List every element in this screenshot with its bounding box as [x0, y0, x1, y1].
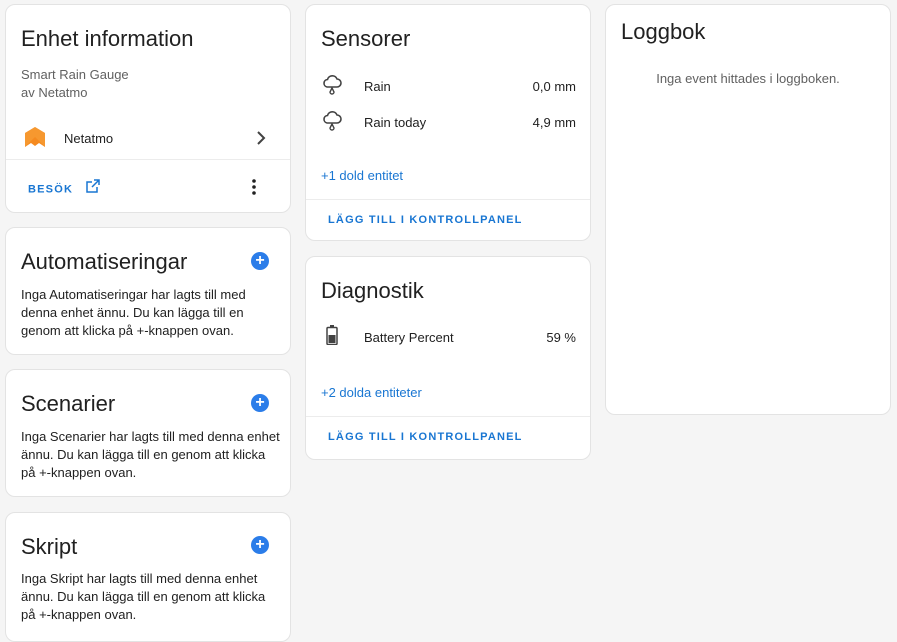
add-to-dashboard-button[interactable]: LÄGG TILL I KONTROLLPANEL: [328, 431, 523, 443]
integration-row[interactable]: Netatmo: [6, 119, 290, 159]
scenes-card: Scenarier + Inga Scenarier har lagts til…: [5, 369, 291, 497]
add-automation-button[interactable]: +: [251, 252, 269, 270]
sensor-label: Rain: [364, 79, 391, 94]
divider: [306, 416, 590, 417]
logbook-empty-text: Inga event hittades i loggboken.: [656, 71, 840, 86]
cloud-rain-icon: [321, 110, 343, 137]
sensor-value: 0,0 mm: [532, 79, 576, 94]
sensor-label: Rain today: [364, 115, 427, 130]
open-external-icon: [85, 179, 100, 198]
diagnostic-value: 59 %: [546, 330, 576, 345]
visit-button[interactable]: BESÖK: [28, 179, 100, 199]
battery-icon: [326, 325, 338, 350]
diagnostics-title: Diagnostik: [321, 278, 424, 303]
scripts-card: Skript + Inga Skript har lagts till med …: [5, 512, 291, 642]
chevron-right-icon: [254, 129, 268, 152]
scripts-empty-text: Inga Skript har lagts till med denna enh…: [21, 571, 266, 622]
divider: [6, 159, 290, 160]
scripts-title: Skript: [21, 534, 78, 559]
divider: [306, 199, 590, 200]
automations-card: Automatiseringar + Inga Automatiseringar…: [5, 227, 291, 355]
add-script-button[interactable]: +: [251, 536, 269, 554]
device-manufacturer: av Netatmo: [21, 85, 88, 100]
device-info-card: Enhet information Smart Rain Gauge av Ne…: [5, 4, 291, 213]
integration-label: Netatmo: [64, 131, 114, 146]
sensors-card: Sensorer Rain 0,0 mm Rain today 4,9 mm +…: [305, 4, 591, 241]
scenes-title: Scenarier: [21, 391, 116, 416]
sensor-value: 4,9 mm: [532, 115, 576, 130]
add-to-dashboard-button[interactable]: LÄGG TILL I KONTROLLPANEL: [328, 214, 523, 226]
diagnostics-card: Diagnostik Battery Percent 59 % +2 dolda…: [305, 256, 591, 460]
hidden-entities-link[interactable]: +1 dold entitet: [321, 168, 403, 183]
logbook-title: Loggbok: [621, 19, 706, 44]
hidden-entities-link[interactable]: +2 dolda entiteter: [321, 385, 422, 400]
sensor-row[interactable]: Rain 0,0 mm: [306, 69, 590, 103]
sensors-title: Sensorer: [321, 26, 411, 51]
automations-empty-text: Inga Automatiseringar har lagts till med…: [21, 287, 246, 338]
add-scene-button[interactable]: +: [251, 394, 269, 412]
logbook-card: Loggbok Inga event hittades i loggboken.: [605, 4, 891, 415]
device-info-title: Enhet information: [21, 26, 194, 51]
more-vertical-icon[interactable]: [251, 178, 257, 201]
visit-label: BESÖK: [28, 183, 74, 196]
automations-title: Automatiseringar: [21, 249, 188, 274]
sensor-row[interactable]: Rain today 4,9 mm: [306, 105, 590, 139]
device-model: Smart Rain Gauge: [21, 67, 129, 82]
cloud-rain-icon: [321, 74, 343, 101]
netatmo-logo-icon: [23, 125, 47, 154]
diagnostic-row[interactable]: Battery Percent 59 %: [306, 319, 590, 353]
scenes-empty-text: Inga Scenarier har lagts till med denna …: [21, 429, 280, 480]
diagnostic-label: Battery Percent: [364, 330, 454, 345]
